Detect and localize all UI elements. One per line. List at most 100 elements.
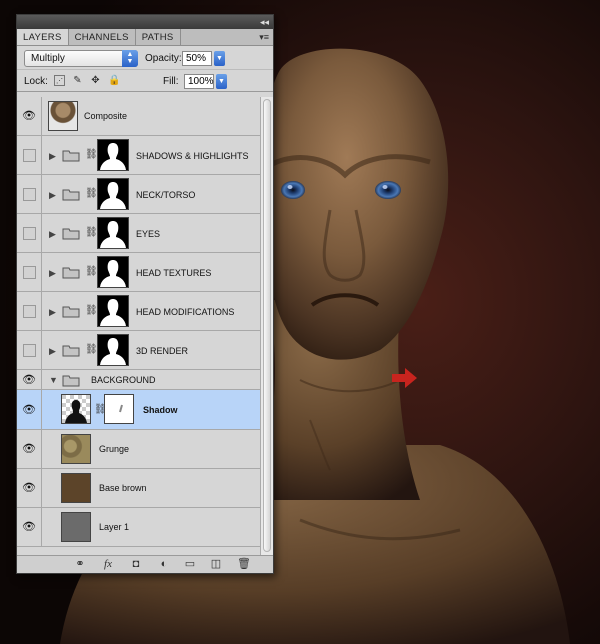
- link-layers-icon[interactable]: ⚭: [73, 559, 87, 570]
- layer-name: Shadow: [143, 405, 178, 415]
- opacity-label: Opacity:: [145, 53, 182, 64]
- layers-scrollbar[interactable]: [260, 97, 273, 556]
- layer-name: NECK/TORSO: [136, 190, 196, 200]
- eye-icon[interactable]: 👁: [22, 483, 36, 494]
- visibility-cell: 👁: [17, 97, 42, 135]
- silhouette-icon: [65, 400, 87, 423]
- layer-row-base-brown[interactable]: 👁 Base brown: [17, 469, 261, 508]
- eye-icon[interactable]: 👁: [22, 375, 36, 386]
- tab-layers[interactable]: LAYERS: [17, 29, 69, 45]
- visibility-toggle[interactable]: [23, 266, 36, 279]
- base-brown-thumbnail: [61, 473, 91, 503]
- folder-icon: [62, 189, 80, 201]
- eye-icon[interactable]: 👁: [22, 522, 36, 533]
- mask-thumbnail[interactable]: [97, 139, 129, 171]
- expand-arrow-icon[interactable]: ▶: [49, 268, 56, 278]
- lock-image-pixels-icon[interactable]: ✎: [72, 75, 83, 86]
- eye-icon[interactable]: 👁: [22, 405, 36, 416]
- chain-link-icon[interactable]: ⛓: [85, 344, 98, 356]
- layer-row-composite[interactable]: 👁 Composite: [17, 97, 261, 136]
- folder-icon: [62, 306, 80, 318]
- fill-field[interactable]: 100%: [184, 74, 214, 89]
- mask-thumbnail[interactable]: [97, 295, 129, 327]
- panel-titlebar[interactable]: ◂◂: [17, 15, 273, 29]
- add-mask-icon[interactable]: ◘: [129, 559, 143, 570]
- layer-row-3d-render[interactable]: ▶ ⛓ 3D RENDER: [17, 331, 261, 370]
- layer-name: 3D RENDER: [136, 346, 189, 356]
- opacity-field[interactable]: 50%: [182, 51, 212, 66]
- layer-name: EYES: [136, 229, 161, 239]
- layer-row-shadows-highlights[interactable]: ▶ ⛓ SHADOWS & HIGHLIGHTS: [17, 136, 261, 175]
- collapse-arrow-icon[interactable]: ▼: [49, 375, 58, 385]
- lock-transparent-pixels-icon[interactable]: ⋰: [54, 75, 65, 86]
- layer-row-head-textures[interactable]: ▶ ⛓ HEAD TEXTURES: [17, 253, 261, 292]
- eye-icon[interactable]: 👁: [22, 111, 36, 122]
- trash-icon[interactable]: 🗑: [237, 559, 251, 570]
- layer-name: Composite: [84, 111, 128, 121]
- expand-arrow-icon[interactable]: ▶: [49, 190, 56, 200]
- chain-link-icon[interactable]: ⛓: [85, 149, 98, 161]
- silhouette-icon: [100, 221, 126, 248]
- blend-mode-stepper-icon[interactable]: ▲ ▼: [122, 50, 138, 67]
- layer-name: Layer 1: [99, 522, 130, 532]
- opacity-dropdown-icon[interactable]: ▼: [214, 51, 225, 66]
- expand-arrow-icon[interactable]: ▶: [49, 151, 56, 161]
- visibility-toggle[interactable]: [23, 344, 36, 357]
- visibility-cell: [17, 331, 42, 369]
- visibility-cell: [17, 214, 42, 252]
- layer-row-head-modifications[interactable]: ▶ ⛓ HEAD MODIFICATIONS: [17, 292, 261, 331]
- chain-link-icon[interactable]: ⛓: [85, 266, 98, 278]
- mask-thumbnail[interactable]: [97, 256, 129, 288]
- mask-stroke-icon: [119, 404, 123, 413]
- lock-position-icon[interactable]: ✥: [90, 75, 101, 86]
- mask-thumbnail[interactable]: [97, 217, 129, 249]
- layer-name: BACKGROUND: [91, 375, 156, 385]
- mask-thumbnail[interactable]: [104, 394, 134, 424]
- lock-row: Lock: ⋰ ✎ ✥ 🔒 Fill: 100% ▼: [17, 70, 273, 92]
- layer-style-fx-icon[interactable]: fx: [101, 559, 115, 570]
- layer-row-grunge[interactable]: 👁 Grunge: [17, 430, 261, 469]
- chain-link-icon[interactable]: ⛓: [85, 227, 98, 239]
- scrollbar-thumb[interactable]: [263, 99, 271, 552]
- chain-link-icon[interactable]: ⛓: [85, 305, 98, 317]
- silhouette-icon: [100, 299, 126, 326]
- tab-paths[interactable]: PATHS: [136, 29, 181, 45]
- layer-row-background-group[interactable]: 👁 ▼ BACKGROUND: [17, 370, 261, 390]
- expand-arrow-icon[interactable]: ▶: [49, 307, 56, 317]
- new-group-icon[interactable]: ▭: [183, 559, 197, 570]
- visibility-toggle[interactable]: [23, 227, 36, 240]
- expand-arrow-icon[interactable]: ▶: [49, 229, 56, 239]
- mask-thumbnail[interactable]: [97, 334, 129, 366]
- layers-list: 👁 Composite ▶ ⛓ SHADOWS & HIGHLIGHTS ▶ ⛓…: [17, 97, 261, 556]
- visibility-toggle[interactable]: [23, 188, 36, 201]
- new-layer-icon[interactable]: ◫: [209, 559, 223, 570]
- adjustment-layer-icon[interactable]: ◐: [157, 559, 171, 570]
- silhouette-icon: [100, 143, 126, 170]
- layers-bottom-toolbar: ⚭ fx ◘ ◐ ▭ ◫ 🗑: [17, 555, 273, 573]
- collapse-panel-icon[interactable]: ◂◂: [260, 17, 269, 27]
- red-arrow-icon: [392, 368, 417, 388]
- panel-menu-icon[interactable]: ▾≡: [259, 32, 269, 42]
- layer-row-eyes[interactable]: ▶ ⛓ EYES: [17, 214, 261, 253]
- visibility-cell: 👁: [17, 370, 42, 389]
- fill-dropdown-icon[interactable]: ▼: [216, 74, 227, 89]
- layer-row-neck-torso[interactable]: ▶ ⛓ NECK/TORSO: [17, 175, 261, 214]
- visibility-toggle[interactable]: [23, 305, 36, 318]
- layer-row-shadow[interactable]: 👁 ⛓ Shadow: [17, 390, 261, 430]
- folder-icon: [62, 150, 80, 162]
- visibility-toggle[interactable]: [23, 149, 36, 162]
- layers-panel: ◂◂ LAYERS CHANNELS PATHS ▾≡ Multiply ▲ ▼ …: [16, 14, 274, 574]
- fill-label: Fill:: [163, 76, 179, 87]
- layer-row-layer-1[interactable]: 👁 Layer 1: [17, 508, 261, 547]
- blend-mode-value: Multiply: [31, 53, 65, 64]
- visibility-cell: 👁: [17, 469, 42, 507]
- mask-thumbnail[interactable]: [97, 178, 129, 210]
- tab-channels[interactable]: CHANNELS: [69, 29, 136, 45]
- lock-all-icon[interactable]: 🔒: [108, 75, 120, 86]
- visibility-cell: 👁: [17, 508, 42, 546]
- expand-arrow-icon[interactable]: ▶: [49, 346, 56, 356]
- folder-open-icon: [62, 375, 80, 387]
- chain-link-icon[interactable]: ⛓: [85, 188, 98, 200]
- eye-icon[interactable]: 👁: [22, 444, 36, 455]
- blend-mode-select[interactable]: Multiply ▲ ▼: [24, 50, 138, 67]
